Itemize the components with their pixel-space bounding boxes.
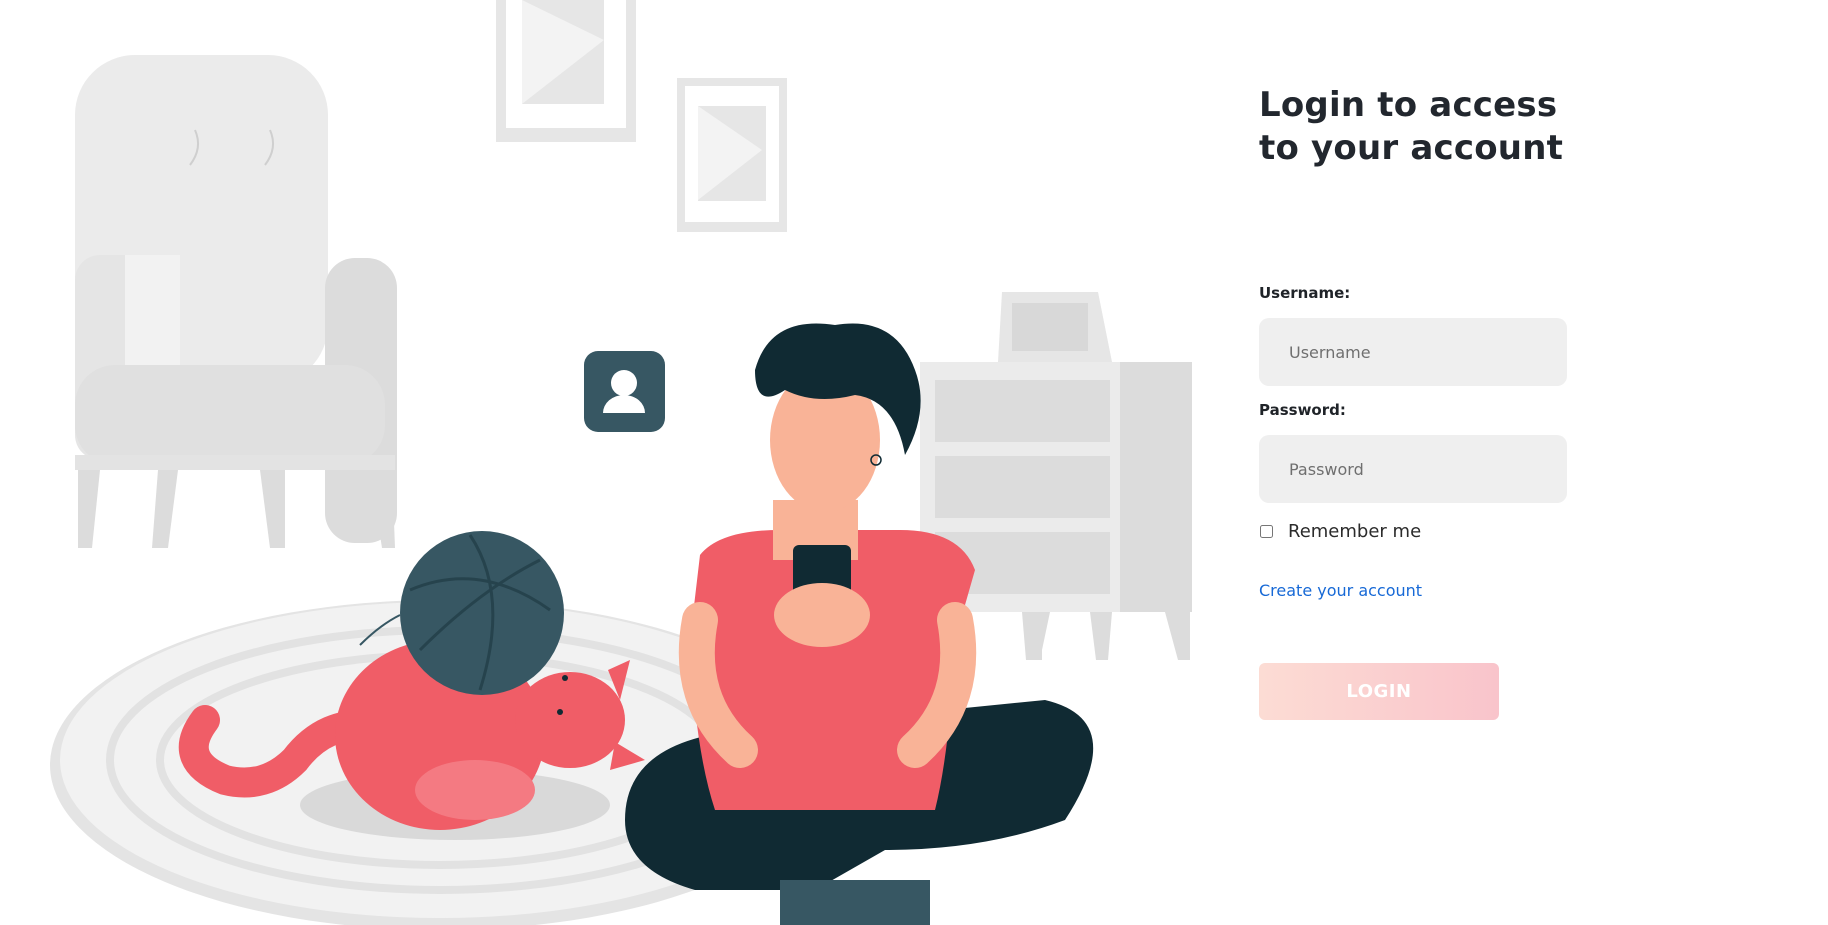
- login-button[interactable]: LOGIN: [1259, 663, 1499, 720]
- login-page: Login to access to your account Username…: [0, 0, 1828, 925]
- login-panel: Login to access to your account Username…: [1259, 0, 1659, 925]
- login-illustration: [50, 0, 1192, 925]
- picture-frame: [677, 78, 787, 232]
- remember-me-row: Remember me: [1259, 520, 1421, 542]
- picture-frame: [496, 0, 636, 142]
- username-label: Username:: [1259, 284, 1351, 302]
- armchair: [75, 55, 397, 548]
- create-account-link[interactable]: Create your account: [1259, 581, 1422, 600]
- user-avatar-icon: [584, 351, 665, 432]
- password-label: Password:: [1259, 401, 1346, 419]
- page-title: Login to access to your account: [1259, 85, 1564, 168]
- remember-me-checkbox[interactable]: [1260, 524, 1273, 538]
- remember-me-label[interactable]: Remember me: [1288, 521, 1421, 542]
- username-input[interactable]: [1259, 318, 1567, 386]
- password-input[interactable]: [1259, 435, 1567, 503]
